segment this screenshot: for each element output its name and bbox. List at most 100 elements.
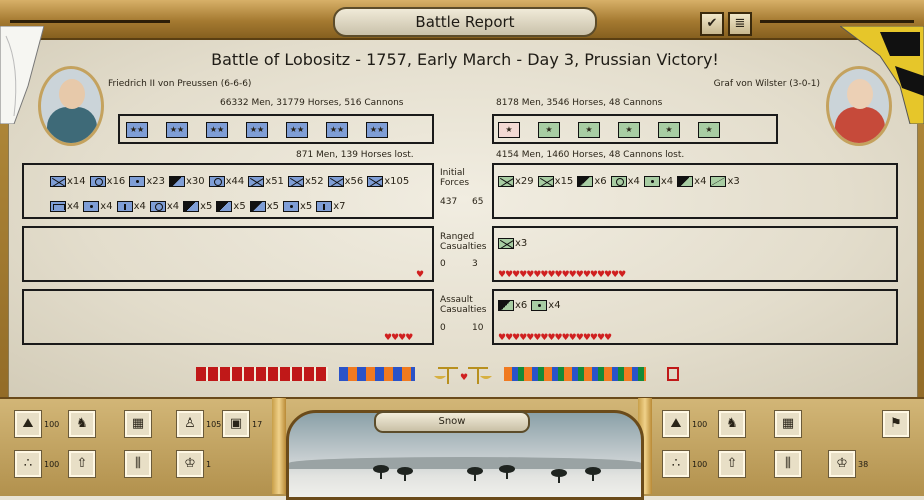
- unit-entry[interactable]: x4: [643, 175, 673, 187]
- unit-entry[interactable]: x3: [498, 237, 527, 249]
- unit-entry[interactable]: x14: [50, 175, 86, 187]
- unit-entry[interactable]: x4: [83, 200, 113, 212]
- army-stack-icon[interactable]: ★: [698, 122, 720, 138]
- morale-hearts-assault-left: ♥♥♥♥: [384, 333, 413, 343]
- flag-icon[interactable]: ⚑: [882, 410, 910, 438]
- unit-entry[interactable]: x29: [498, 175, 534, 187]
- unit-entry[interactable]: x51: [248, 175, 284, 187]
- unit-type-icon: [168, 175, 185, 187]
- officer-icon[interactable]: ♔: [828, 450, 856, 478]
- unit-entry[interactable]: x4: [116, 200, 146, 212]
- morale-hearts-ranged-left: ♥: [416, 270, 424, 280]
- unit-type-icon: [287, 175, 304, 187]
- unit-count: x7: [333, 200, 346, 212]
- unit-entry[interactable]: x7: [316, 200, 346, 212]
- fortification-icon[interactable]: ⛰: [14, 410, 42, 438]
- army-stack-icon[interactable]: ★★: [166, 122, 188, 138]
- unit-entry[interactable]: x3: [710, 175, 740, 187]
- unit-type-icon: [282, 200, 299, 212]
- unit-type-icon: [498, 299, 514, 311]
- supply-icon[interactable]: ▣: [222, 410, 250, 438]
- unit-entry[interactable]: x52: [287, 175, 324, 187]
- unit-entry[interactable]: x5: [282, 200, 313, 212]
- army-stack-icon[interactable]: ★: [578, 122, 600, 138]
- stat-value: 100: [692, 420, 708, 429]
- army-stack-icon[interactable]: ★★: [366, 122, 388, 138]
- stat-value: 100: [44, 460, 60, 469]
- weather-label: Snow: [374, 411, 530, 433]
- wall-icon[interactable]: ▦: [774, 410, 802, 438]
- commander-portrait-right: [826, 66, 892, 146]
- march-icon[interactable]: ⇧: [718, 450, 746, 478]
- army-stack-right: ★ ★ ★ ★ ★ ★: [492, 114, 778, 144]
- march-icon[interactable]: ⇧: [68, 450, 96, 478]
- unit-type-icon: [327, 175, 344, 187]
- army-stack-icon[interactable]: ★: [538, 122, 560, 138]
- cavalry-icon[interactable]: ♞: [718, 410, 746, 438]
- wall-icon[interactable]: ▦: [124, 410, 152, 438]
- unit-type-icon: [50, 175, 66, 187]
- commander-name-left: Friedrich II von Preussen (6-6-6): [108, 79, 252, 89]
- stat-value: 17: [252, 420, 263, 429]
- unit-count: x5: [299, 200, 313, 212]
- initial-forces-label: Initial Forces: [440, 168, 470, 188]
- cannonball-icon[interactable]: ∴: [662, 450, 690, 478]
- cannonball-icon[interactable]: ∴: [14, 450, 42, 478]
- unit-type-icon: [83, 200, 100, 212]
- assault-value-right: 10: [472, 323, 484, 333]
- unit-entry[interactable]: x44: [208, 175, 244, 187]
- unit-entry[interactable]: x15: [537, 175, 573, 187]
- stat-value: 38: [858, 460, 869, 469]
- terrain-modifier-icons: [339, 367, 415, 381]
- officer-icon[interactable]: ♔: [176, 450, 204, 478]
- unit-entry[interactable]: x4: [610, 175, 640, 187]
- unit-entry[interactable]: x56: [327, 175, 363, 187]
- unit-entry[interactable]: x30: [168, 175, 205, 187]
- unit-count: x4: [548, 299, 561, 311]
- stat-value: 100: [44, 420, 60, 429]
- column-icon[interactable]: ⫼: [124, 450, 152, 478]
- unit-type-icon: [677, 175, 694, 187]
- unit-entry[interactable]: x4: [677, 175, 706, 187]
- army-stack-icon[interactable]: ★★: [246, 122, 268, 138]
- army-stack-icon[interactable]: ★★: [126, 122, 148, 138]
- unit-count: x5: [233, 200, 246, 212]
- target-icon[interactable]: [667, 367, 679, 381]
- unit-count: x52: [304, 175, 324, 187]
- army-stack-icon[interactable]: ★: [498, 122, 520, 138]
- unit-entry[interactable]: x16: [89, 175, 125, 187]
- unit-type-icon: [149, 200, 166, 212]
- checkmark-icon[interactable]: ✔: [700, 12, 724, 36]
- unit-count: x4: [133, 200, 146, 212]
- modifier-icons-right: [504, 366, 680, 382]
- army-stack-icon[interactable]: ★: [618, 122, 640, 138]
- unit-count: x14: [67, 175, 86, 187]
- unit-entry[interactable]: x6: [498, 299, 527, 311]
- document-icon[interactable]: ≣: [728, 12, 752, 36]
- unit-type-icon: [316, 200, 333, 212]
- army-stack-icon[interactable]: ★★: [326, 122, 348, 138]
- unit-type-icon: [498, 237, 514, 249]
- unit-count: x105: [384, 175, 410, 187]
- fortification-icon[interactable]: ⛰: [662, 410, 690, 438]
- unit-entry[interactable]: x23: [129, 175, 165, 187]
- unit-entry[interactable]: x5: [183, 200, 212, 212]
- window-title: Battle Report: [333, 7, 597, 37]
- unit-entry[interactable]: x5: [216, 200, 246, 212]
- column-icon[interactable]: ⫼: [774, 450, 802, 478]
- army-stack-left: ★★ ★★ ★★ ★★ ★★ ★★ ★★: [118, 114, 434, 144]
- unit-entry[interactable]: x4: [149, 200, 179, 212]
- unit-count: x30: [185, 175, 205, 187]
- unit-entry[interactable]: x4: [531, 299, 561, 311]
- unit-entry[interactable]: x4: [50, 200, 79, 212]
- unit-count: x4: [100, 200, 113, 212]
- balance-scale-icon: ♥: [434, 367, 492, 384]
- unit-entry[interactable]: x105: [367, 175, 409, 187]
- cavalry-icon[interactable]: ♞: [68, 410, 96, 438]
- infantry-icon[interactable]: ♙: [176, 410, 204, 438]
- unit-entry[interactable]: x5: [249, 200, 279, 212]
- unit-entry[interactable]: x6: [577, 175, 607, 187]
- army-stack-icon[interactable]: ★: [658, 122, 680, 138]
- army-stack-icon[interactable]: ★★: [206, 122, 228, 138]
- army-stack-icon[interactable]: ★★: [286, 122, 308, 138]
